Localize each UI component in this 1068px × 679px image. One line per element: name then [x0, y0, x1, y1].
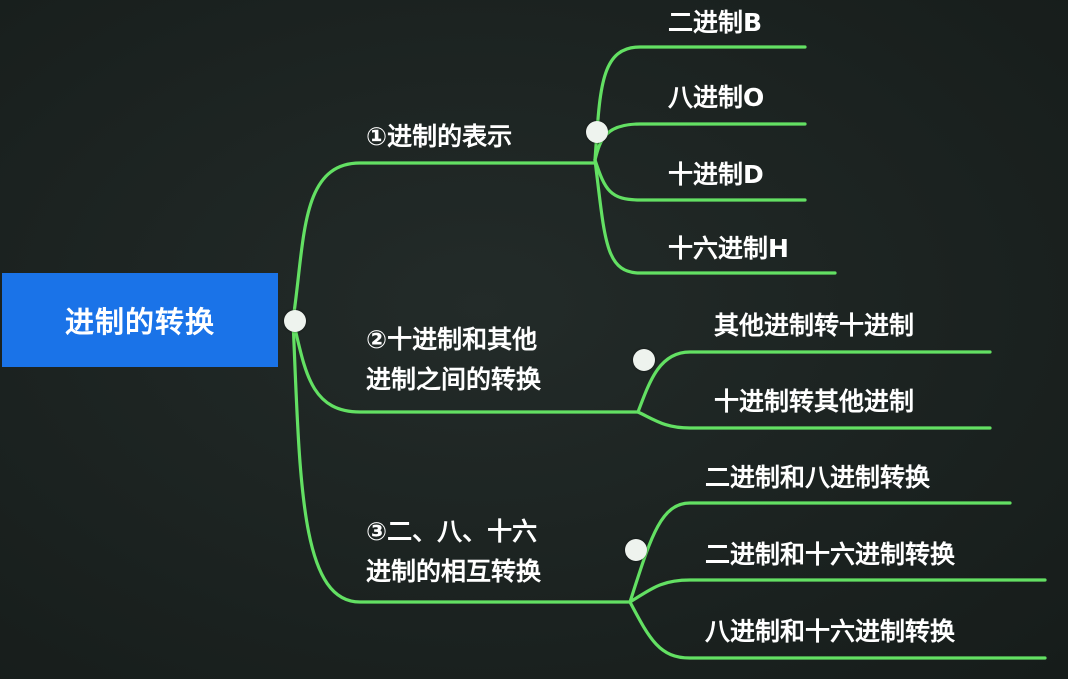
connector-root-branch-1 [291, 161, 597, 322]
knot-branch-2[interactable] [633, 349, 655, 371]
branch-1-child-2[interactable]: 八进制O [668, 78, 764, 118]
knot-branch-3[interactable] [625, 539, 647, 561]
branch-3-label[interactable]: ③二、八、十六 进制的相互转换 [366, 512, 541, 592]
branch-3-child-1[interactable]: 二进制和八进制转换 [705, 458, 930, 498]
root-node[interactable]: 进制的转换 [2, 273, 278, 367]
branch-3-child-3[interactable]: 八进制和十六进制转换 [705, 612, 955, 652]
connector-branch-3-child-2 [628, 578, 1047, 604]
branch-3-label-line-2: 进制的相互转换 [366, 557, 542, 586]
branch-2-label[interactable]: ②十进制和其他 进制之间的转换 [366, 320, 541, 400]
branch-1-label-line-1: ①进制的表示 [366, 122, 513, 151]
branch-3-child-2[interactable]: 二进制和十六进制转换 [705, 535, 955, 575]
branch-3-label-line-1: ③二、八、十六 [366, 517, 538, 546]
branch-1-child-4[interactable]: 十六进制H [668, 229, 789, 269]
branch-1-label[interactable]: ①进制的表示 [366, 117, 512, 157]
branch-1-child-1[interactable]: 二进制B [668, 3, 762, 43]
branch-2-child-1[interactable]: 其他进制转十进制 [714, 306, 914, 346]
root-label: 进制的转换 [64, 305, 215, 339]
branch-2-label-line-1: ②十进制和其他 [366, 325, 538, 354]
branch-1-child-3[interactable]: 十进制D [668, 155, 764, 195]
branch-2-label-line-2: 进制之间的转换 [366, 365, 542, 394]
mind-map-canvas: 进制的转换 ①进制的表示 二进制B 八进制O 十进制D 十六进制H ②十进制和其… [0, 0, 1068, 679]
branch-2-child-2[interactable]: 十进制转其他进制 [714, 382, 914, 422]
knot-root[interactable] [284, 310, 306, 332]
knot-branch-1[interactable] [586, 121, 608, 143]
